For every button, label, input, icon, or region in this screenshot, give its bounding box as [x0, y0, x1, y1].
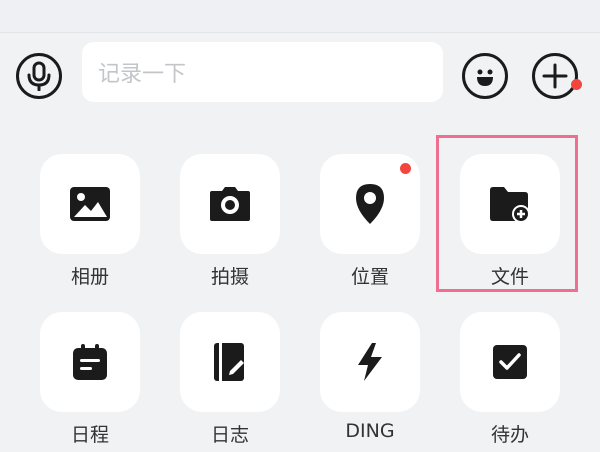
tile-todo[interactable]: 待办: [460, 312, 560, 452]
emoji-button[interactable]: [462, 53, 508, 99]
camera-icon: [210, 187, 250, 221]
tile-journal-box[interactable]: [180, 312, 280, 412]
tile-schedule[interactable]: 日程: [40, 312, 140, 452]
tile-album-box[interactable]: [40, 154, 140, 254]
add-button[interactable]: [532, 53, 578, 99]
journal-edit-icon: [214, 343, 244, 381]
input-bar: 记录一下: [0, 33, 600, 113]
calendar-icon: [73, 344, 107, 380]
tile-location-label: 位置: [350, 266, 389, 288]
checkbox-icon: [493, 345, 527, 379]
tile-location-badge: [400, 163, 411, 174]
highlight-frame: [436, 135, 578, 292]
note-input[interactable]: 记录一下: [82, 42, 443, 102]
tile-ding-box[interactable]: [320, 312, 420, 412]
note-input-placeholder: 记录一下: [98, 62, 187, 87]
tile-ding[interactable]: DING: [320, 312, 420, 452]
smiley-face-icon: [477, 69, 493, 86]
tile-album[interactable]: 相册: [40, 154, 140, 294]
tile-location[interactable]: 位置: [320, 154, 420, 294]
tile-schedule-box[interactable]: [40, 312, 140, 412]
tile-journal[interactable]: 日志: [180, 312, 280, 452]
tile-todo-box[interactable]: [460, 312, 560, 412]
tile-camera[interactable]: 拍摄: [180, 154, 280, 294]
lightning-bolt-icon: [358, 343, 382, 381]
tile-album-label: 相册: [70, 266, 109, 288]
image-gallery-icon: [70, 187, 110, 221]
add-button-badge: [571, 79, 582, 90]
tile-schedule-label: 日程: [70, 424, 109, 446]
tile-camera-box[interactable]: [180, 154, 280, 254]
tile-journal-label: 日志: [210, 424, 249, 446]
tile-ding-label: DING: [345, 420, 395, 442]
microphone-button[interactable]: [16, 53, 62, 99]
location-pin-icon: [356, 184, 384, 224]
tile-camera-label: 拍摄: [210, 266, 249, 288]
plus-icon: [542, 63, 568, 89]
microphone-icon: [27, 61, 51, 91]
tile-todo-label: 待办: [490, 424, 529, 446]
top-strip: [0, 0, 600, 33]
